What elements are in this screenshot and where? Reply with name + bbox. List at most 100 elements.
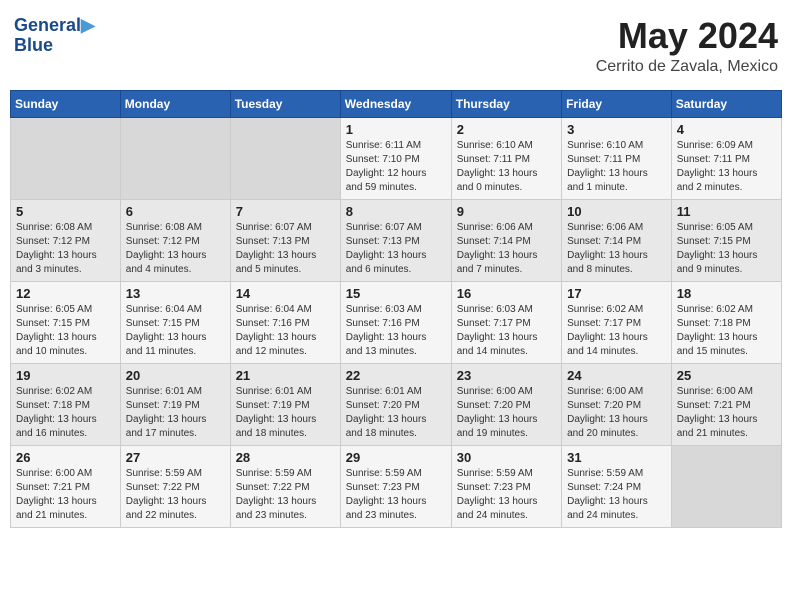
table-row: 26 Sunrise: 6:00 AM Sunset: 7:21 PM Dayli… bbox=[11, 445, 121, 527]
logo: General▶Blue bbox=[14, 16, 95, 56]
table-row bbox=[230, 117, 340, 199]
day-info: Sunrise: 6:01 AM Sunset: 7:19 PM Dayligh… bbox=[236, 385, 335, 441]
day-info: Sunrise: 5:59 AM Sunset: 7:24 PM Dayligh… bbox=[567, 467, 666, 523]
table-row: 13 Sunrise: 6:04 AM Sunset: 7:15 PM Dayli… bbox=[120, 281, 230, 363]
table-row: 2 Sunrise: 6:10 AM Sunset: 7:11 PM Daylig… bbox=[451, 117, 561, 199]
day-number: 24 bbox=[567, 368, 666, 383]
table-row: 23Sunrise: 6:00 AM Sunset: 7:20 PM Dayli… bbox=[451, 363, 561, 445]
day-number: 13 bbox=[126, 286, 225, 301]
day-number: 10 bbox=[567, 204, 666, 219]
table-row bbox=[11, 117, 121, 199]
day-info: Sunrise: 6:10 AM Sunset: 7:11 PM Dayligh… bbox=[457, 139, 556, 195]
day-info: Sunrise: 6:10 AM Sunset: 7:11 PM Dayligh… bbox=[567, 139, 666, 195]
table-row: 5 Sunrise: 6:08 AM Sunset: 7:12 PM Daylig… bbox=[11, 199, 121, 281]
table-row: 21Sunrise: 6:01 AM Sunset: 7:19 PM Dayli… bbox=[230, 363, 340, 445]
table-row: 14 Sunrise: 6:04 AM Sunset: 7:16 PM Dayli… bbox=[230, 281, 340, 363]
day-info: Sunrise: 6:11 AM Sunset: 7:10 PM Dayligh… bbox=[346, 139, 446, 195]
day-info: Sunrise: 6:05 AM Sunset: 7:15 PM Dayligh… bbox=[16, 303, 115, 359]
col-friday: Friday bbox=[562, 90, 672, 117]
calendar-week-3: 12Sunrise: 6:05 AM Sunset: 7:15 PM Dayli… bbox=[11, 281, 782, 363]
day-number: 23 bbox=[457, 368, 556, 383]
day-info: Sunrise: 6:04 AM Sunset: 7:15 PM Dayligh… bbox=[126, 303, 225, 359]
logo-text: General▶Blue bbox=[14, 16, 95, 56]
day-info: Sunrise: 6:02 AM Sunset: 7:17 PM Dayligh… bbox=[567, 303, 666, 359]
day-number: 30 bbox=[457, 450, 556, 465]
calendar-week-1: 1 Sunrise: 6:11 AM Sunset: 7:10 PM Daylig… bbox=[11, 117, 782, 199]
day-number: 22 bbox=[346, 368, 446, 383]
day-info: Sunrise: 6:08 AM Sunset: 7:12 PM Dayligh… bbox=[126, 221, 225, 277]
calendar-week-2: 5 Sunrise: 6:08 AM Sunset: 7:12 PM Daylig… bbox=[11, 199, 782, 281]
col-thursday: Thursday bbox=[451, 90, 561, 117]
col-wednesday: Wednesday bbox=[340, 90, 451, 117]
day-info: Sunrise: 6:00 AM Sunset: 7:21 PM Dayligh… bbox=[677, 385, 776, 441]
table-row: 12Sunrise: 6:05 AM Sunset: 7:15 PM Dayli… bbox=[11, 281, 121, 363]
title-block: May 2024 Cerrito de Zavala, Mexico bbox=[596, 16, 778, 76]
day-number: 31 bbox=[567, 450, 666, 465]
day-info: Sunrise: 6:02 AM Sunset: 7:18 PM Dayligh… bbox=[677, 303, 776, 359]
day-info: Sunrise: 6:06 AM Sunset: 7:14 PM Dayligh… bbox=[457, 221, 556, 277]
table-row: 30 Sunrise: 5:59 AM Sunset: 7:23 PM Dayli… bbox=[451, 445, 561, 527]
day-info: Sunrise: 6:06 AM Sunset: 7:14 PM Dayligh… bbox=[567, 221, 666, 277]
day-info: Sunrise: 6:01 AM Sunset: 7:20 PM Dayligh… bbox=[346, 385, 446, 441]
day-info: Sunrise: 6:08 AM Sunset: 7:12 PM Dayligh… bbox=[16, 221, 115, 277]
col-saturday: Saturday bbox=[671, 90, 781, 117]
day-number: 5 bbox=[16, 204, 115, 219]
day-number: 6 bbox=[126, 204, 225, 219]
day-info: Sunrise: 5:59 AM Sunset: 7:22 PM Dayligh… bbox=[126, 467, 225, 523]
day-info: Sunrise: 6:00 AM Sunset: 7:20 PM Dayligh… bbox=[567, 385, 666, 441]
table-row: 31 Sunrise: 5:59 AM Sunset: 7:24 PM Dayli… bbox=[562, 445, 672, 527]
table-row: 11Sunrise: 6:05 AM Sunset: 7:15 PM Dayli… bbox=[671, 199, 781, 281]
col-tuesday: Tuesday bbox=[230, 90, 340, 117]
day-number: 9 bbox=[457, 204, 556, 219]
table-row: 29Sunrise: 5:59 AM Sunset: 7:23 PM Dayli… bbox=[340, 445, 451, 527]
day-number: 7 bbox=[236, 204, 335, 219]
table-row: 16Sunrise: 6:03 AM Sunset: 7:17 PM Dayli… bbox=[451, 281, 561, 363]
table-row: 22 Sunrise: 6:01 AM Sunset: 7:20 PM Dayli… bbox=[340, 363, 451, 445]
table-row: 7 Sunrise: 6:07 AM Sunset: 7:13 PM Daylig… bbox=[230, 199, 340, 281]
table-row: 25 Sunrise: 6:00 AM Sunset: 7:21 PM Dayli… bbox=[671, 363, 781, 445]
page-header: General▶Blue May 2024 Cerrito de Zavala,… bbox=[10, 10, 782, 82]
day-info: Sunrise: 6:07 AM Sunset: 7:13 PM Dayligh… bbox=[236, 221, 335, 277]
day-number: 25 bbox=[677, 368, 776, 383]
table-row: 28Sunrise: 5:59 AM Sunset: 7:22 PM Dayli… bbox=[230, 445, 340, 527]
table-row: 24 Sunrise: 6:00 AM Sunset: 7:20 PM Dayli… bbox=[562, 363, 672, 445]
table-row: 18 Sunrise: 6:02 AM Sunset: 7:18 PM Dayli… bbox=[671, 281, 781, 363]
day-number: 4 bbox=[677, 122, 776, 137]
table-row: 27 Sunrise: 5:59 AM Sunset: 7:22 PM Dayli… bbox=[120, 445, 230, 527]
day-number: 29 bbox=[346, 450, 446, 465]
calendar-week-4: 19Sunrise: 6:02 AM Sunset: 7:18 PM Dayli… bbox=[11, 363, 782, 445]
day-info: Sunrise: 6:03 AM Sunset: 7:16 PM Dayligh… bbox=[346, 303, 446, 359]
subtitle: Cerrito de Zavala, Mexico bbox=[596, 58, 778, 76]
day-info: Sunrise: 6:09 AM Sunset: 7:11 PM Dayligh… bbox=[677, 139, 776, 195]
day-info: Sunrise: 6:04 AM Sunset: 7:16 PM Dayligh… bbox=[236, 303, 335, 359]
day-info: Sunrise: 6:05 AM Sunset: 7:15 PM Dayligh… bbox=[677, 221, 776, 277]
day-number: 15 bbox=[346, 286, 446, 301]
day-number: 3 bbox=[567, 122, 666, 137]
table-row: 9 Sunrise: 6:06 AM Sunset: 7:14 PM Daylig… bbox=[451, 199, 561, 281]
day-number: 14 bbox=[236, 286, 335, 301]
day-number: 8 bbox=[346, 204, 446, 219]
table-row bbox=[120, 117, 230, 199]
col-monday: Monday bbox=[120, 90, 230, 117]
table-row: 4 Sunrise: 6:09 AM Sunset: 7:11 PM Daylig… bbox=[671, 117, 781, 199]
day-info: Sunrise: 6:00 AM Sunset: 7:21 PM Dayligh… bbox=[16, 467, 115, 523]
day-info: Sunrise: 5:59 AM Sunset: 7:22 PM Dayligh… bbox=[236, 467, 335, 523]
main-title: May 2024 bbox=[596, 16, 778, 56]
day-number: 26 bbox=[16, 450, 115, 465]
day-number: 17 bbox=[567, 286, 666, 301]
calendar-header-row: Sunday Monday Tuesday Wednesday Thursday… bbox=[11, 90, 782, 117]
calendar-week-5: 26 Sunrise: 6:00 AM Sunset: 7:21 PM Dayli… bbox=[11, 445, 782, 527]
day-info: Sunrise: 5:59 AM Sunset: 7:23 PM Dayligh… bbox=[457, 467, 556, 523]
table-row: 20Sunrise: 6:01 AM Sunset: 7:19 PM Dayli… bbox=[120, 363, 230, 445]
day-number: 27 bbox=[126, 450, 225, 465]
day-number: 18 bbox=[677, 286, 776, 301]
day-info: Sunrise: 6:02 AM Sunset: 7:18 PM Dayligh… bbox=[16, 385, 115, 441]
table-row bbox=[671, 445, 781, 527]
day-info: Sunrise: 6:01 AM Sunset: 7:19 PM Dayligh… bbox=[126, 385, 225, 441]
table-row: 8 Sunrise: 6:07 AM Sunset: 7:13 PM Daylig… bbox=[340, 199, 451, 281]
day-number: 1 bbox=[346, 122, 446, 137]
col-sunday: Sunday bbox=[11, 90, 121, 117]
table-row: 10 Sunrise: 6:06 AM Sunset: 7:14 PM Dayli… bbox=[562, 199, 672, 281]
day-info: Sunrise: 6:07 AM Sunset: 7:13 PM Dayligh… bbox=[346, 221, 446, 277]
day-number: 2 bbox=[457, 122, 556, 137]
